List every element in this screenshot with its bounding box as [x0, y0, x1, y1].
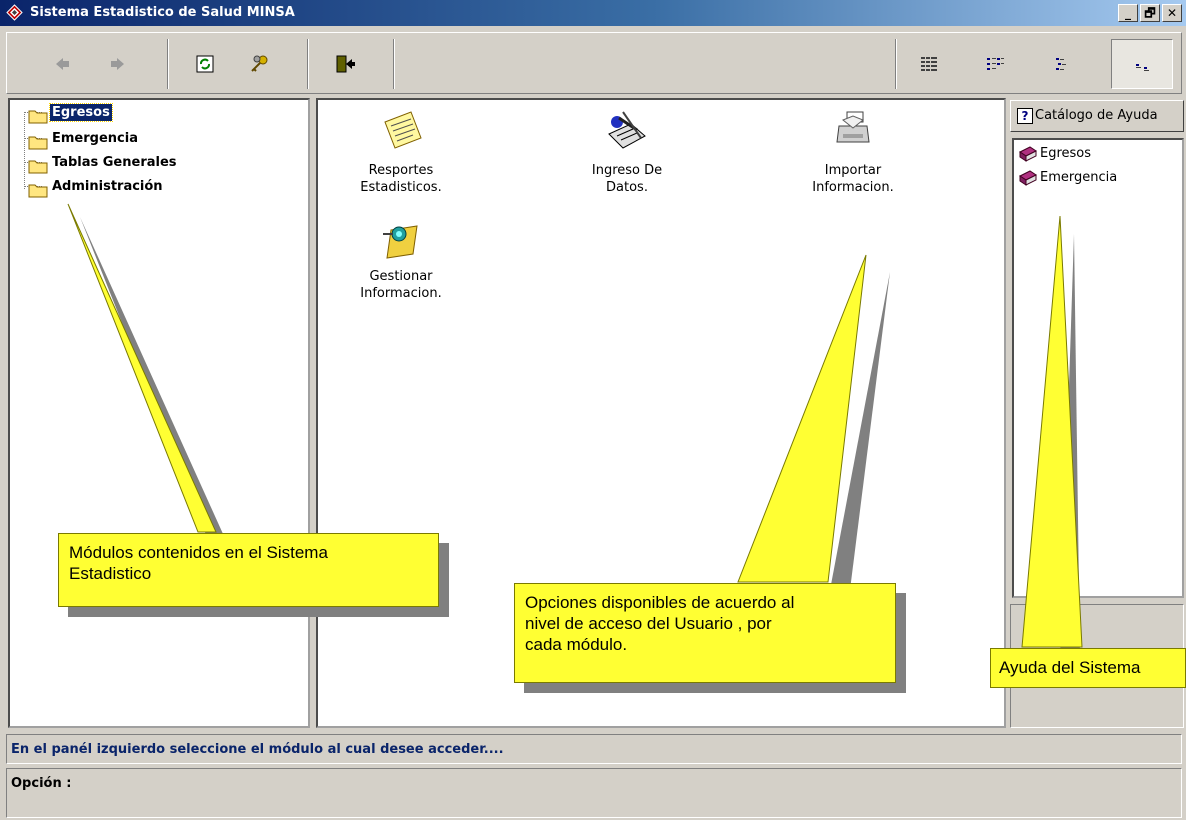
option-label: Ingreso De Datos.: [591, 163, 663, 195]
title-bar: Sistema Estadistico de Salud MINSA _ 🗗 ✕: [0, 0, 1186, 26]
option-label: Importar Informacion.: [812, 163, 894, 195]
help-panel[interactable]: Egresos Emergencia: [1012, 138, 1184, 598]
callout-options-line3: cada módulo.: [525, 635, 628, 654]
status-bar: En el panél izquierdo seleccione el módu…: [6, 734, 1182, 764]
callout-options-line1: Opciones disponibles de acuerdo al: [525, 593, 795, 612]
close-button[interactable]: ✕: [1162, 4, 1182, 22]
option-gestionar-informacion[interactable]: Gestionar Informacion.: [336, 220, 466, 302]
option-label: Gestionar Informacion.: [360, 269, 442, 301]
toolbar: [6, 32, 1182, 94]
arrow-left-icon: [56, 58, 69, 70]
forward-button[interactable]: [95, 39, 141, 89]
option-reportes-estadisticos[interactable]: Resportes Estadisticos.: [336, 108, 466, 196]
modules-tree-panel[interactable]: Egresos Emergencia Tablas Generales Admi…: [8, 98, 310, 728]
view-large-icons-button[interactable]: [907, 39, 953, 89]
folder-icon: [28, 136, 48, 150]
help-item-label: Emergencia: [1040, 170, 1118, 185]
help-catalog-title: Catálogo de Ayuda: [1035, 108, 1158, 123]
help-item-label: Egresos: [1040, 146, 1092, 161]
large-icons-icon: [921, 57, 937, 71]
import-printer-icon: [836, 111, 870, 143]
refresh-icon: [196, 55, 214, 73]
option-bar: Opción :: [6, 768, 1182, 818]
callout-modules-line2: Estadistico: [69, 564, 152, 583]
manage-pushpin-icon: [383, 225, 418, 259]
refresh-button[interactable]: [183, 39, 229, 89]
tree-connector: [24, 112, 25, 189]
small-icons-icon: [987, 58, 1004, 70]
folder-icon: [28, 110, 48, 124]
help-catalog-button[interactable]: ? Catálogo de Ayuda: [1010, 100, 1184, 132]
callout-help-text: Ayuda del Sistema: [999, 658, 1141, 677]
folder-icon: [28, 184, 48, 198]
data-entry-icon: [608, 111, 646, 149]
option-label: Resportes Estadisticos.: [360, 163, 442, 195]
book-icon: [1019, 170, 1037, 186]
toolbar-separator: [895, 39, 897, 89]
option-ingreso-de-datos[interactable]: Ingreso De Datos.: [562, 108, 692, 196]
window-title: Sistema Estadistico de Salud MINSA: [30, 5, 295, 20]
tree-item-label: Egresos: [49, 103, 113, 122]
help-question-icon: ?: [1017, 108, 1033, 124]
list-icon: [1056, 58, 1066, 70]
option-importar-informacion[interactable]: Importar Informacion.: [788, 108, 918, 196]
folder-icon: [28, 160, 48, 174]
toolbar-separator: [307, 39, 309, 89]
status-message: En el panél izquierdo seleccione el módu…: [11, 742, 504, 757]
callout-options-line2: nivel de acceso del Usuario , por: [525, 614, 772, 633]
minimize-button[interactable]: _: [1118, 4, 1138, 22]
book-icon: [1019, 146, 1037, 162]
option-label: Opción :: [11, 776, 72, 791]
tree-item-label: Emergencia: [52, 131, 138, 146]
tree-item-label: Administración: [52, 179, 163, 194]
toolbar-separator: [167, 39, 169, 89]
keys-button[interactable]: [237, 39, 283, 89]
back-button[interactable]: [41, 39, 87, 89]
app-icon: [6, 4, 23, 21]
view-list-button[interactable]: [1039, 39, 1085, 89]
exit-button[interactable]: [323, 39, 369, 89]
callout-help: Ayuda del Sistema: [990, 648, 1186, 688]
view-details-button[interactable]: [1111, 39, 1173, 89]
details-icon: [1136, 64, 1149, 71]
view-small-icons-button[interactable]: [973, 39, 1019, 89]
callout-options: Opciones disponibles de acuerdo al nivel…: [514, 583, 896, 683]
tree-item-label: Tablas Generales: [52, 155, 177, 170]
callout-modules: Módulos contenidos en el Sistema Estadis…: [58, 533, 439, 607]
arrow-right-icon: [111, 58, 124, 70]
maximize-button[interactable]: 🗗: [1140, 4, 1160, 22]
report-note-icon: [384, 111, 422, 149]
callout-modules-line1: Módulos contenidos en el Sistema: [69, 543, 328, 562]
keys-icon: [251, 55, 268, 72]
toolbar-separator: [393, 39, 395, 89]
exit-door-icon: [336, 55, 355, 73]
